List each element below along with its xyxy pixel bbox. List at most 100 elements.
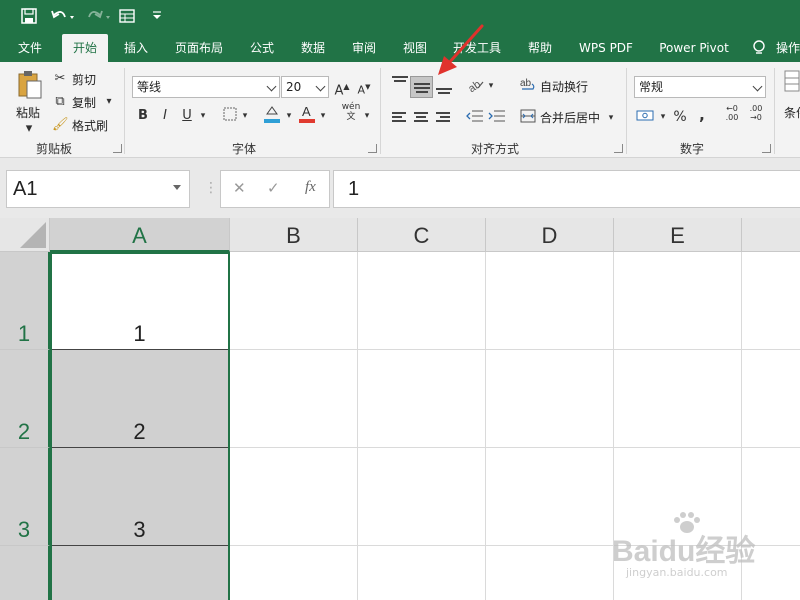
font-name-select[interactable]: 等线 bbox=[132, 76, 280, 98]
increase-decimal-icon[interactable]: ←0.00 bbox=[722, 104, 742, 122]
cell-e2[interactable] bbox=[614, 350, 742, 448]
tab-file[interactable]: 文件 bbox=[8, 34, 52, 62]
copy-button[interactable]: 复制 bbox=[72, 94, 96, 111]
row-header-1[interactable]: 1 bbox=[0, 252, 50, 350]
insert-function-icon[interactable]: fx bbox=[305, 179, 316, 196]
tab-view[interactable]: 视图 bbox=[395, 34, 435, 62]
chevron-down-icon[interactable]: ▾ bbox=[606, 109, 616, 127]
splitter-icon[interactable]: ⋮ bbox=[204, 180, 218, 196]
cell-c4[interactable] bbox=[358, 546, 486, 600]
number-format-select[interactable]: 常规 bbox=[634, 76, 766, 98]
cell-c1[interactable] bbox=[358, 252, 486, 350]
name-box[interactable]: A1 bbox=[6, 170, 190, 208]
percent-button[interactable]: % bbox=[672, 108, 688, 126]
cell-b4[interactable] bbox=[230, 546, 358, 600]
chevron-down-icon[interactable]: ▾ bbox=[104, 93, 114, 111]
chevron-down-icon[interactable]: ▾ bbox=[318, 107, 328, 125]
font-launcher-icon[interactable] bbox=[368, 144, 377, 153]
customize-icon[interactable] bbox=[148, 8, 166, 26]
font-color-icon[interactable]: A bbox=[298, 104, 316, 130]
redo-icon[interactable] bbox=[86, 8, 112, 26]
chevron-down-icon[interactable]: ▾ bbox=[362, 107, 372, 125]
conditional-format-icon[interactable] bbox=[784, 70, 800, 98]
decrease-decimal-icon[interactable]: .00 →0 bbox=[746, 104, 766, 122]
format-painter-button[interactable]: 格式刷 bbox=[72, 117, 108, 134]
tab-help[interactable]: 帮助 bbox=[520, 34, 560, 62]
scissors-icon[interactable]: ✂ bbox=[52, 70, 68, 88]
cell-c2[interactable] bbox=[358, 350, 486, 448]
chevron-down-icon[interactable] bbox=[173, 185, 181, 190]
copy-icon[interactable]: ⧉ bbox=[52, 93, 68, 111]
bold-button[interactable]: B bbox=[136, 107, 150, 125]
row-header-2[interactable]: 2 bbox=[0, 350, 50, 448]
underline-button[interactable]: U bbox=[180, 107, 194, 125]
chevron-down-icon[interactable]: ▾ bbox=[284, 107, 294, 125]
decrease-font-icon[interactable]: A▼ bbox=[356, 78, 372, 100]
column-header-b[interactable]: B bbox=[230, 218, 358, 252]
chevron-down-icon[interactable]: ▾ bbox=[658, 108, 668, 126]
column-header-d[interactable]: D bbox=[486, 218, 614, 252]
font-size-select[interactable]: 20 bbox=[281, 76, 329, 98]
chevron-down-icon[interactable]: ▾ bbox=[198, 107, 208, 125]
brush-icon[interactable]: 🖌 bbox=[52, 116, 69, 134]
cell-f1[interactable] bbox=[742, 252, 800, 350]
cell-a3[interactable]: 3 bbox=[50, 448, 230, 546]
cell-b2[interactable] bbox=[230, 350, 358, 448]
cut-button[interactable]: 剪切 bbox=[72, 71, 96, 88]
form-icon[interactable] bbox=[118, 8, 136, 26]
merge-center-button[interactable]: 合并后居中 bbox=[540, 109, 600, 126]
cell-c3[interactable] bbox=[358, 448, 486, 546]
currency-icon[interactable] bbox=[636, 108, 656, 130]
lightbulb-icon[interactable] bbox=[752, 34, 766, 62]
chevron-down-icon[interactable]: ▾ bbox=[240, 107, 250, 125]
increase-indent-icon[interactable] bbox=[488, 108, 506, 130]
phonetic-guide-icon[interactable]: wén 文 bbox=[340, 102, 362, 122]
cell-e1[interactable] bbox=[614, 252, 742, 350]
borders-icon[interactable] bbox=[222, 107, 238, 127]
cell-a4[interactable] bbox=[50, 546, 230, 600]
merge-center-icon[interactable] bbox=[520, 108, 536, 130]
comma-button[interactable]: , bbox=[696, 106, 708, 124]
italic-button[interactable]: I bbox=[158, 107, 172, 125]
tab-insert[interactable]: 插入 bbox=[116, 34, 156, 62]
chevron-down-icon[interactable]: ▾ bbox=[24, 120, 34, 138]
cell-d4[interactable] bbox=[486, 546, 614, 600]
fill-color-icon[interactable] bbox=[262, 104, 282, 130]
tab-page-layout[interactable]: 页面布局 bbox=[168, 34, 230, 62]
tab-wps-pdf[interactable]: WPS PDF bbox=[570, 34, 642, 62]
column-header-f[interactable] bbox=[742, 218, 800, 252]
cell-a2[interactable]: 2 bbox=[50, 350, 230, 448]
row-header-3[interactable]: 3 bbox=[0, 448, 50, 546]
conditional-format-button[interactable]: 条件 bbox=[784, 104, 800, 121]
formula-input[interactable]: 1 bbox=[333, 170, 800, 208]
undo-icon[interactable] bbox=[50, 8, 76, 26]
tab-power-pivot[interactable]: Power Pivot bbox=[652, 34, 736, 62]
column-header-e[interactable]: E bbox=[614, 218, 742, 252]
wrap-text-button[interactable]: 自动换行 bbox=[540, 78, 588, 95]
number-launcher-icon[interactable] bbox=[762, 144, 771, 153]
cell-a1[interactable]: 1 bbox=[50, 252, 230, 350]
alignment-launcher-icon[interactable] bbox=[614, 144, 623, 153]
clipboard-launcher-icon[interactable] bbox=[113, 144, 122, 153]
cell-d1[interactable] bbox=[486, 252, 614, 350]
column-header-a[interactable]: A bbox=[50, 218, 230, 252]
tab-home[interactable]: 开始 bbox=[62, 34, 108, 62]
cell-d2[interactable] bbox=[486, 350, 614, 448]
tab-review[interactable]: 审阅 bbox=[344, 34, 384, 62]
increase-font-icon[interactable]: A▲ bbox=[334, 78, 350, 100]
save-icon[interactable] bbox=[20, 8, 38, 26]
paste-button[interactable]: 粘贴 bbox=[16, 104, 40, 121]
cell-d3[interactable] bbox=[486, 448, 614, 546]
tab-formulas[interactable]: 公式 bbox=[242, 34, 282, 62]
cell-f2[interactable] bbox=[742, 350, 800, 448]
row-header-4[interactable] bbox=[0, 546, 50, 600]
column-header-c[interactable]: C bbox=[358, 218, 486, 252]
tab-data[interactable]: 数据 bbox=[293, 34, 333, 62]
enter-icon[interactable]: ✓ bbox=[267, 179, 280, 197]
cell-b3[interactable] bbox=[230, 448, 358, 546]
select-all-button[interactable] bbox=[0, 218, 50, 252]
decrease-indent-icon[interactable] bbox=[466, 108, 484, 130]
cell-b1[interactable] bbox=[230, 252, 358, 350]
tab-tell-me[interactable]: 操作 bbox=[776, 34, 800, 62]
cancel-icon[interactable]: ✕ bbox=[233, 179, 246, 197]
